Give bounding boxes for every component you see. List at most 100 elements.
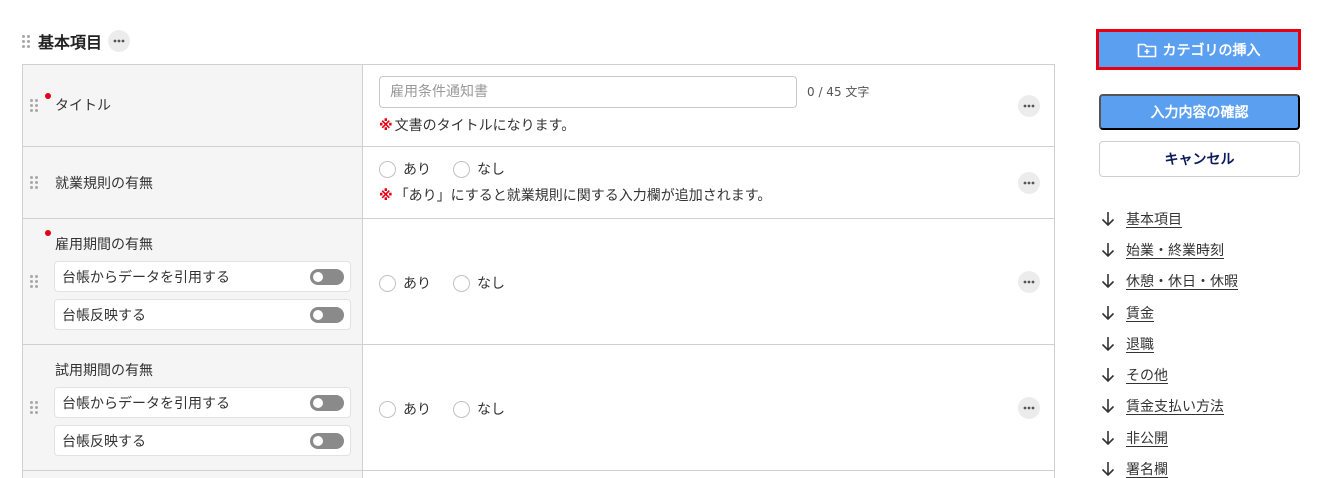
radio-group: あり なし — [379, 159, 527, 179]
toggle-label: 台帳からデータを引用する — [62, 269, 230, 286]
nav-item[interactable]: 基本項目 — [1101, 203, 1238, 234]
radio-circle[interactable] — [379, 274, 396, 292]
nav-item[interactable]: 始業・終業時刻 — [1101, 234, 1238, 265]
title-input[interactable] — [379, 76, 797, 108]
radio-yes[interactable]: あり — [379, 399, 431, 419]
note-text: 文書のタイトルになります。 — [394, 118, 576, 134]
arrow-down-icon — [1101, 274, 1115, 289]
radio-label: なし — [477, 402, 505, 418]
drag-handle-icon[interactable] — [30, 175, 38, 189]
nav-link[interactable]: 非公開 — [1126, 428, 1168, 448]
radio-label: あり — [403, 162, 431, 178]
row-value-cell: 0 / 45 文字 ※文書のタイトルになります。 — [363, 65, 1054, 146]
nav-link[interactable]: 賃金支払い方法 — [1126, 396, 1224, 416]
arrow-down-icon — [1101, 242, 1115, 258]
insert-category-label: カテゴリの挿入 — [1162, 42, 1261, 59]
drag-handle-icon[interactable] — [30, 400, 38, 414]
toggle-switch[interactable] — [310, 432, 344, 449]
insert-category-button[interactable]: カテゴリの挿入 — [1099, 32, 1298, 67]
category-nav: 基本項目 始業・終業時刻 休憩・休日・休暇 賃金 退職 その他 賃金支払い方法 … — [1101, 203, 1238, 478]
arrow-down-icon — [1101, 336, 1115, 351]
row-more-icon[interactable] — [1018, 171, 1040, 194]
insert-category-highlight: カテゴリの挿入 — [1096, 29, 1301, 70]
radio-circle[interactable] — [379, 400, 396, 418]
nav-item[interactable]: 退職 — [1101, 328, 1238, 359]
form-table: タイトル 0 / 45 文字 ※文書のタイトルになります。 就業規則の有無 あり… — [22, 64, 1055, 478]
section-more-icon[interactable] — [108, 30, 131, 52]
radio-group: あり なし — [379, 399, 527, 419]
section-title: 基本項目 — [38, 33, 103, 52]
row-label: 就業規則の有無 — [55, 176, 153, 192]
radio-label: なし — [477, 276, 505, 292]
toggle-reflect-ledger: 台帳反映する — [54, 299, 351, 330]
toggle-label: 台帳反映する — [62, 433, 146, 450]
required-dot — [45, 93, 51, 99]
toggle-switch[interactable] — [310, 268, 344, 285]
nav-link[interactable]: 始業・終業時刻 — [1126, 240, 1224, 260]
row-label-cell: タイトル — [23, 65, 363, 146]
row-label-cell — [23, 471, 363, 478]
radio-yes[interactable]: あり — [379, 159, 431, 179]
nav-link[interactable]: その他 — [1126, 365, 1168, 385]
radio-label: あり — [403, 402, 431, 418]
radio-group: あり なし — [379, 273, 527, 293]
radio-circle[interactable] — [453, 400, 470, 418]
cancel-button[interactable]: キャンセル — [1099, 141, 1300, 177]
required-dot — [45, 230, 51, 236]
radio-label: なし — [477, 162, 505, 178]
form-row-title: タイトル 0 / 45 文字 ※文書のタイトルになります。 — [23, 65, 1054, 147]
row-value-cell: あり なし — [363, 345, 1054, 470]
toggle-switch[interactable] — [310, 394, 344, 411]
confirm-input-button[interactable]: 入力内容の確認 — [1099, 94, 1300, 130]
row-label: 試用期間の有無 — [55, 363, 153, 379]
radio-label: あり — [403, 276, 431, 292]
arrow-down-icon — [1101, 211, 1115, 226]
row-value-cell: あり なし ※ 「あり」にすると就業規則に関する入力欄が追加されます。 — [363, 147, 1054, 218]
note-mark: ※ — [379, 188, 393, 204]
nav-link[interactable]: 休憩・休日・休暇 — [1126, 271, 1238, 291]
row-value-cell: あり なし — [363, 219, 1054, 344]
radio-no[interactable]: なし — [453, 273, 505, 293]
note-text: 「あり」にすると就業規則に関する入力欄が追加されます。 — [394, 188, 772, 204]
radio-circle[interactable] — [453, 160, 470, 178]
drag-handle-icon[interactable] — [30, 98, 38, 112]
row-label-cell: 試用期間の有無 台帳からデータを引用する 台帳反映する — [23, 345, 363, 470]
nav-item[interactable]: 賃金支払い方法 — [1101, 391, 1238, 422]
toggle-import-from-ledger: 台帳からデータを引用する — [54, 261, 351, 292]
radio-circle[interactable] — [379, 160, 396, 178]
arrow-down-icon — [1101, 368, 1115, 383]
work-rules-note: ※ 「あり」にすると就業規則に関する入力欄が追加されます。 — [379, 185, 771, 205]
row-label-cell: 雇用期間の有無 台帳からデータを引用する 台帳反映する — [23, 219, 363, 344]
form-row-employment-period: 雇用期間の有無 台帳からデータを引用する 台帳反映する あり なし — [23, 219, 1054, 345]
arrow-down-icon — [1101, 399, 1115, 414]
char-counter: 0 / 45 文字 — [807, 85, 870, 99]
nav-item[interactable]: 非公開 — [1101, 422, 1238, 453]
row-more-icon[interactable] — [1018, 94, 1040, 117]
row-value-cell — [363, 471, 1054, 478]
nav-item[interactable]: 休憩・休日・休暇 — [1101, 266, 1238, 297]
title-note: ※ 文書のタイトルになります。 — [379, 115, 575, 135]
toggle-label: 台帳反映する — [62, 307, 146, 324]
folder-plus-icon — [1137, 43, 1156, 57]
radio-no[interactable]: なし — [453, 399, 505, 419]
nav-item[interactable]: 賃金 — [1101, 297, 1238, 328]
nav-item[interactable]: その他 — [1101, 359, 1238, 390]
nav-item[interactable]: 署名欄 — [1101, 453, 1238, 478]
nav-link[interactable]: 基本項目 — [1126, 209, 1182, 229]
toggle-label: 台帳からデータを引用する — [62, 395, 230, 412]
arrow-down-icon — [1101, 462, 1115, 477]
row-label-cell: 就業規則の有無 — [23, 147, 363, 218]
drag-handle-icon[interactable] — [30, 274, 38, 288]
drag-handle-icon[interactable] — [22, 34, 30, 48]
row-more-icon[interactable] — [1018, 396, 1040, 419]
toggle-switch[interactable] — [310, 306, 344, 323]
radio-circle[interactable] — [453, 274, 470, 292]
radio-no[interactable]: なし — [453, 159, 505, 179]
nav-link[interactable]: 退職 — [1126, 334, 1154, 354]
note-mark: ※ — [379, 118, 393, 134]
row-more-icon[interactable] — [1018, 270, 1040, 293]
nav-link[interactable]: 署名欄 — [1126, 459, 1168, 478]
radio-yes[interactable]: あり — [379, 273, 431, 293]
nav-link[interactable]: 賃金 — [1126, 303, 1154, 323]
section-header: 基本項目 — [22, 28, 131, 54]
